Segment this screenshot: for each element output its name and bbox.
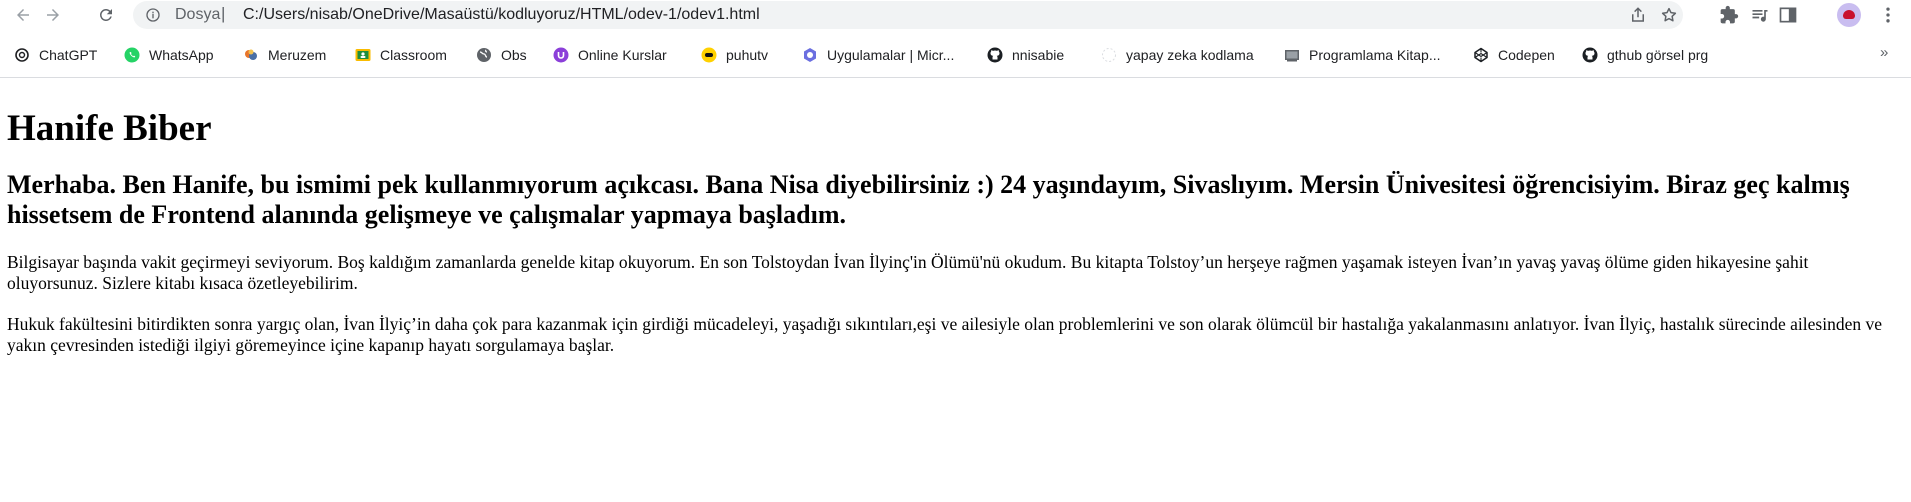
bookmark-label: Uygulamalar | Micr... <box>827 47 955 63</box>
intro-subheading: Merhaba. Ben Hanife, bu ismimi pek kulla… <box>7 170 1850 229</box>
bookmark-label: yapay zeka kodlama <box>1126 47 1254 63</box>
profile-avatar[interactable] <box>1837 3 1861 27</box>
forward-icon[interactable] <box>40 2 66 28</box>
bookmark-label: WhatsApp <box>149 47 214 63</box>
bookmark-label: Obs <box>501 47 527 63</box>
bookmark-whatsapp[interactable]: WhatsApp <box>124 45 214 65</box>
bookmark-yapay-zeka[interactable]: yapay zeka kodlama <box>1101 45 1254 65</box>
bookmark-codepen[interactable]: Codepen <box>1473 45 1555 65</box>
back-icon[interactable] <box>10 2 36 28</box>
url-separator: | <box>221 4 226 23</box>
book-icon <box>1284 47 1300 63</box>
bookmark-label: gthub görsel prg <box>1607 47 1709 63</box>
bookmark-gthub-gorsel[interactable]: gthub görsel prg <box>1582 45 1708 65</box>
bookmark-label: Classroom <box>380 47 447 63</box>
bookmark-label: Meruzem <box>268 47 327 63</box>
blank-page-icon <box>1101 47 1117 63</box>
classroom-icon <box>355 47 371 63</box>
url-text[interactable]: C:/Users/nisab/OneDrive/Masaüstü/kodluyo… <box>243 6 760 24</box>
bookmark-uygulamalar[interactable]: Uygulamalar | Micr... <box>802 45 954 65</box>
bookmark-online-kurslar[interactable]: Online Kurslar <box>553 45 667 65</box>
bookmarks-overflow-icon[interactable]: » <box>1880 44 1888 61</box>
page-heading: Hanife Biber <box>7 108 212 149</box>
share-icon[interactable] <box>1629 6 1647 24</box>
online-kurslar-icon <box>553 47 569 63</box>
side-panel-icon[interactable] <box>1778 5 1798 25</box>
meruzem-icon <box>243 47 259 63</box>
whatsapp-icon <box>124 47 140 63</box>
bookmarks-bar: ChatGPT WhatsApp Meruzem Classroom Obs O… <box>0 30 1911 78</box>
codepen-icon <box>1473 47 1489 63</box>
puhutv-icon <box>701 47 717 63</box>
chatgpt-icon <box>14 47 30 63</box>
bookmark-programlama-kitap[interactable]: Programlama Kitap... <box>1284 45 1441 65</box>
more-menu-icon[interactable] <box>1878 5 1898 25</box>
bookmark-label: nnisabie <box>1012 47 1065 63</box>
bookmark-label: ChatGPT <box>39 47 98 63</box>
github-icon <box>1582 47 1598 63</box>
bookmark-puhutv[interactable]: puhutv <box>701 45 768 65</box>
reload-icon[interactable] <box>93 2 119 28</box>
paragraph-books: Bilgisayar başında vakit geçirmeyi seviy… <box>7 252 1809 293</box>
bookmark-classroom[interactable]: Classroom <box>355 45 447 65</box>
paragraph-summary: Hukuk fakültesini bitirdikten sonra yarg… <box>7 314 1883 355</box>
bookmark-meruzem[interactable]: Meruzem <box>243 45 326 65</box>
bookmark-label: puhutv <box>726 47 769 63</box>
page-content: Hanife Biber Merhaba. Ben Hanife, bu ism… <box>7 80 1902 356</box>
bookmark-chatgpt[interactable]: ChatGPT <box>14 45 97 65</box>
bookmark-star-icon[interactable] <box>1660 6 1678 24</box>
url-scheme-label: Dosya <box>175 6 221 23</box>
address-bar[interactable]: Dosya | C:/Users/nisab/OneDrive/Masaüstü… <box>133 1 1683 29</box>
bookmark-label: Codepen <box>1498 47 1555 63</box>
microsoft-apps-icon <box>802 47 818 63</box>
globe-icon <box>476 47 492 63</box>
media-icon[interactable] <box>1750 5 1770 25</box>
bookmark-nnisabie[interactable]: nnisabie <box>987 45 1064 65</box>
bookmark-label: Online Kurslar <box>578 47 667 63</box>
info-icon[interactable] <box>145 7 161 23</box>
browser-toolbar: Dosya | C:/Users/nisab/OneDrive/Masaüstü… <box>0 0 1911 30</box>
github-icon <box>987 47 1003 63</box>
bookmark-label: Programlama Kitap... <box>1309 47 1441 63</box>
extensions-icon[interactable] <box>1719 5 1739 25</box>
bookmark-obs[interactable]: Obs <box>476 45 527 65</box>
